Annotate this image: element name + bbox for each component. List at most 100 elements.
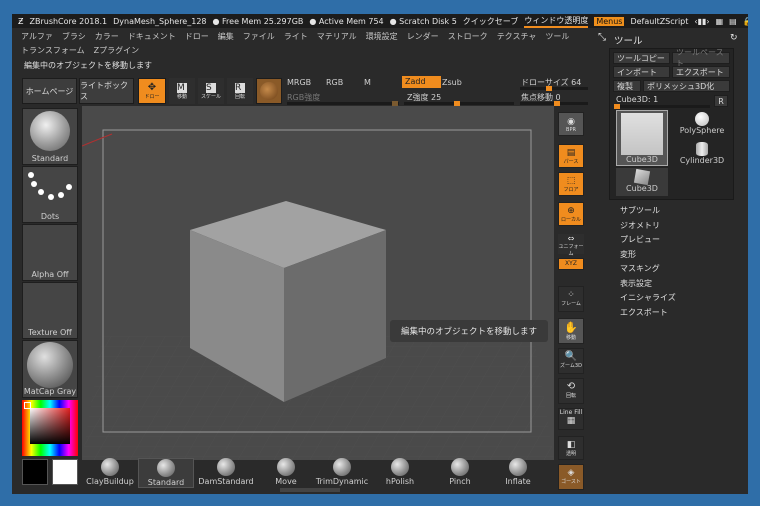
menu-item-9[interactable]: 環境設定 [366, 31, 398, 42]
import-button[interactable]: インポート [613, 66, 670, 78]
material-tile-label: MatCap Gray [23, 387, 77, 396]
menu-item-10[interactable]: レンダー [407, 31, 439, 42]
mrgb-button[interactable]: MRGB [287, 78, 311, 87]
refresh-icon[interactable]: ↻ [730, 33, 738, 43]
subpanel-0[interactable]: サブツール [620, 205, 660, 216]
tool-item-cube3d[interactable]: Cube3D [616, 110, 668, 166]
secondary-color-swatch[interactable] [52, 459, 78, 485]
rotate-view-button[interactable]: ⟲ 回転 [558, 378, 584, 404]
draw-size-slider[interactable] [520, 86, 588, 91]
m-button[interactable]: M [364, 78, 371, 87]
menu-item-3[interactable]: ドキュメント [128, 31, 176, 42]
transparency-button[interactable]: ウィンドウ透明度 [524, 15, 589, 28]
grid-icon[interactable]: ▦ [716, 17, 724, 26]
menu-item-0[interactable]: アルファ [21, 31, 53, 42]
brush-7[interactable]: Inflate [490, 458, 546, 488]
brush-1[interactable]: Standard [138, 458, 194, 488]
rotate-button[interactable]: R 回転 [227, 78, 253, 104]
material-swatch-button[interactable] [256, 78, 282, 104]
floor-button[interactable]: ⬚ フロア [558, 172, 584, 196]
free-mem: ● Free Mem 25.297GB [212, 16, 304, 26]
move-button[interactable]: M 移動 [169, 78, 195, 104]
brush-bar-scroll[interactable] [280, 488, 340, 492]
rotate-view-icon: ⟲ [566, 381, 576, 392]
bpr-button[interactable]: ◉ BPR [558, 112, 584, 136]
subpanel-1[interactable]: ジオメトリ [620, 220, 660, 231]
tool-item-label: Cube3D [626, 155, 658, 164]
ghost-button[interactable]: ◈ ゴースト [558, 464, 584, 490]
brush-5[interactable]: hPolish [372, 458, 428, 488]
subpanel-6[interactable]: イニシャライズ [620, 292, 676, 303]
zbrush-window: Ƶ ZBrushCore 2018.1 DynaMesh_Sphere_128 … [12, 14, 748, 494]
zsub-button[interactable]: Zsub [442, 78, 462, 87]
layout-icon[interactable]: ▤ [729, 17, 737, 26]
menu-item-5[interactable]: 編集 [218, 31, 234, 42]
local-button[interactable]: ⊕ ローカル [558, 202, 584, 226]
subpanel-5[interactable]: 表示設定 [620, 278, 652, 289]
material-tile[interactable]: MatCap Gray [22, 340, 78, 398]
menu-item-12[interactable]: テクスチャ [497, 31, 537, 42]
lock-icon[interactable]: 🔒 [743, 17, 748, 26]
uniform-button[interactable]: ⇔ ユニフォーム [558, 234, 584, 257]
tool-item-polysphere[interactable]: PolySphere [674, 110, 730, 138]
brush-0[interactable]: ClayBuildup [82, 458, 138, 488]
subpanel-2[interactable]: プレビュー [620, 234, 660, 245]
linefill-button[interactable]: Line Fill ▦ [558, 408, 584, 430]
reset-button[interactable]: R [714, 95, 728, 107]
color-marker-icon[interactable] [24, 402, 31, 409]
viewport-canvas[interactable] [82, 106, 554, 460]
zoom3d-button[interactable]: 🔍 ズーム3D [558, 348, 584, 374]
menu-item-8[interactable]: マテリアル [317, 31, 357, 42]
primary-color-swatch[interactable] [22, 459, 48, 485]
quicksave-button[interactable]: クイックセーブ [463, 16, 519, 27]
brush-3[interactable]: Move [258, 458, 314, 488]
tool-slider[interactable] [614, 104, 710, 109]
zadd-button[interactable]: Zadd [402, 76, 441, 88]
transparent-button[interactable]: ◧ 透明 [558, 436, 584, 460]
menu-item-13[interactable]: ツール [545, 31, 569, 42]
rgb-intensity-slider[interactable] [287, 101, 399, 106]
clone-button[interactable]: 複製 [613, 80, 641, 92]
subpanel-4[interactable]: マスキング [620, 263, 660, 274]
perspective-button[interactable]: ▤ パース [558, 144, 584, 168]
rgb-button[interactable]: RGB [326, 78, 343, 87]
subpanel-7[interactable]: エクスポート [620, 307, 668, 318]
alpha-tile[interactable]: Alpha Off [22, 224, 78, 281]
menu-item-2[interactable]: カラー [95, 31, 119, 42]
menu2-item-0[interactable]: トランスフォーム [21, 45, 85, 56]
lightbox-button[interactable]: ライトボックス [79, 78, 134, 104]
menu-item-4[interactable]: ドロー [185, 31, 209, 42]
menu-item-7[interactable]: ライト [284, 31, 308, 42]
frame-button[interactable]: ⁘ フレーム [558, 286, 584, 312]
move-view-button[interactable]: ✋ 移動 [558, 318, 584, 344]
color-saturation-square[interactable] [30, 408, 70, 444]
home-page-button[interactable]: ホームページ [22, 78, 77, 104]
brush-2[interactable]: DamStandard [198, 458, 254, 488]
scale-button[interactable]: S スケール [198, 78, 224, 104]
tool-item-cube3d-small[interactable]: Cube3D [616, 168, 668, 196]
draw-button[interactable]: ✥ ドロー [138, 78, 166, 104]
brush-tile[interactable]: Standard [22, 108, 78, 165]
z-intensity-slider[interactable] [404, 101, 514, 106]
brush-4[interactable]: TrimDynamic [314, 458, 370, 488]
menu-item-1[interactable]: ブラシ [62, 31, 86, 42]
color-picker[interactable] [22, 400, 78, 456]
menu2-item-1[interactable]: Zプラグイン [94, 45, 139, 56]
arrows-icon[interactable]: ‹▮▮› [694, 17, 709, 26]
menus-button[interactable]: Menus [594, 16, 625, 26]
focal-shift-slider[interactable] [520, 101, 588, 106]
menu-item-11[interactable]: ストローク [448, 31, 488, 42]
xyz-button[interactable]: XYZ [558, 258, 584, 270]
subpanel-3[interactable]: 変形 [620, 249, 636, 260]
tool-paste-button[interactable]: ツールペースト [672, 48, 730, 68]
export-button[interactable]: エクスポート [672, 66, 730, 78]
main-menu: アルファ ブラシ カラー ドキュメント ドロー 編集 ファイル ライト マテリアル 環境設定 レンダ… [12, 30, 602, 42]
tool-copy-button[interactable]: ツールコピー [613, 52, 670, 64]
tool-item-label: Cylinder3D [679, 156, 725, 165]
menu-item-6[interactable]: ファイル [243, 31, 275, 42]
texture-tile[interactable]: Texture Off [22, 282, 78, 339]
brush-6[interactable]: Pinch [432, 458, 488, 488]
stroke-tile[interactable]: Dots [22, 166, 78, 223]
make-polymesh-button[interactable]: ポリメッシュ3D化 [643, 80, 730, 92]
tool-item-cylinder3d[interactable]: Cylinder3D [674, 140, 730, 168]
